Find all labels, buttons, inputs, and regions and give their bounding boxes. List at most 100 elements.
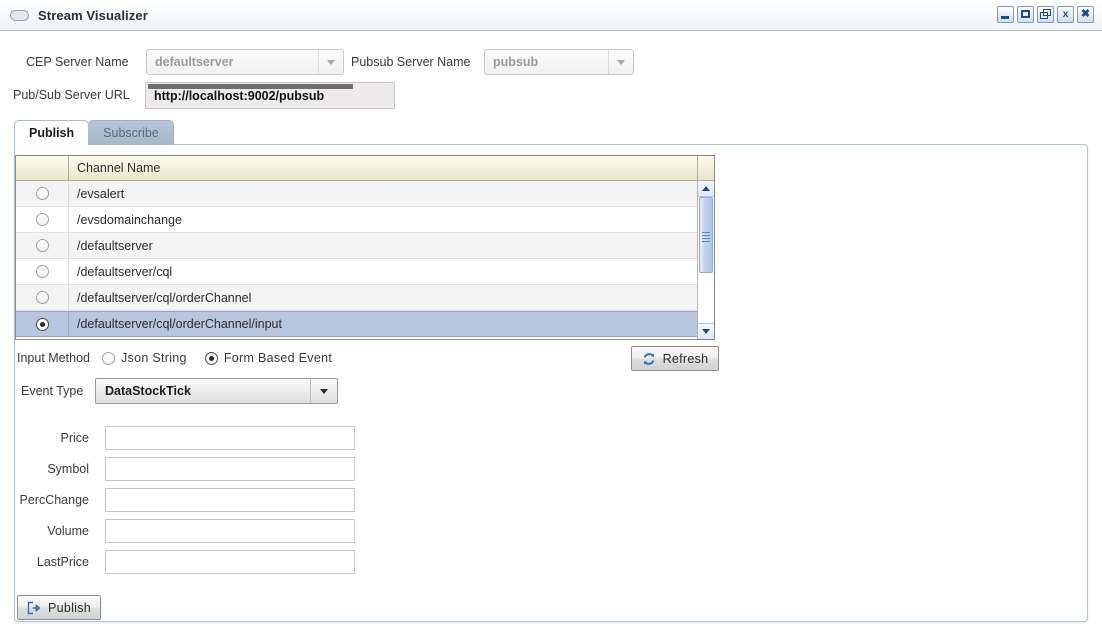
channel-table: Channel Name /evsalert /evsdomainchange … <box>15 155 715 340</box>
chevron-down-icon <box>310 379 337 403</box>
chevron-down-icon <box>608 50 633 74</box>
publish-button[interactable]: Publish <box>17 595 101 620</box>
input-method-label: Input Method <box>17 351 90 365</box>
tab-publish[interactable]: Publish <box>14 120 90 145</box>
scrollbar-thumb[interactable] <box>699 197 713 273</box>
radio-icon[interactable] <box>35 317 49 331</box>
cep-server-value: defaultserver <box>155 55 234 69</box>
close-document-button[interactable]: x <box>1057 6 1074 23</box>
restore-button[interactable] <box>1037 6 1054 23</box>
refresh-icon <box>642 352 656 366</box>
field-row-percchange: PercChange <box>15 484 355 515</box>
close-window-icon: ✖ <box>1080 8 1091 20</box>
channel-row-list: /evsalert /evsdomainchange /defaultserve… <box>16 181 697 339</box>
page-title: Stream Visualizer <box>38 7 148 23</box>
radio-icon[interactable] <box>35 213 49 226</box>
scrollbar-track[interactable] <box>698 197 714 323</box>
pubsub-server-select[interactable]: pubsub <box>484 49 634 75</box>
tab-strip: Publish Subscribe <box>14 120 174 145</box>
server-selection-row: CEP Server Name defaultserver Pubsub Ser… <box>0 49 1102 79</box>
radio-icon[interactable] <box>35 239 49 252</box>
channel-radio-cell[interactable] <box>16 285 69 310</box>
refresh-button[interactable]: Refresh <box>631 346 719 371</box>
event-type-row: Event Type DataStockTick <box>21 378 338 404</box>
channel-table-body: /evsalert /evsdomainchange /defaultserve… <box>16 181 714 339</box>
close-document-icon: x <box>1062 8 1069 20</box>
field-row-volume: Volume <box>15 515 355 546</box>
input-method-row: Input Method Json String Form Based Even… <box>17 351 350 365</box>
table-row[interactable]: /defaultserver <box>16 233 697 259</box>
scroll-up-arrow-icon[interactable] <box>698 181 714 197</box>
channel-table-header: Channel Name <box>16 156 714 181</box>
table-row[interactable]: /evsdomainchange <box>16 207 697 233</box>
channel-name-cell: /evsdomainchange <box>77 212 182 227</box>
radio-icon[interactable] <box>35 265 49 278</box>
scroll-down-arrow-icon[interactable] <box>698 323 714 339</box>
channel-name-cell: /defaultserver/cql/orderChannel/input <box>77 317 282 331</box>
channel-list-scrollbar[interactable] <box>697 181 714 339</box>
event-type-label: Event Type <box>21 384 84 398</box>
symbol-label: Symbol <box>47 461 89 476</box>
cep-server-select[interactable]: defaultserver <box>146 49 344 75</box>
volume-label: Volume <box>47 523 89 538</box>
field-row-price: Price <box>15 422 355 453</box>
table-row[interactable]: /defaultserver/cql <box>16 259 697 285</box>
symbol-input[interactable] <box>105 456 355 481</box>
table-row[interactable]: /defaultserver/cql/orderChannel/input <box>16 311 697 337</box>
percchange-input[interactable] <box>105 487 355 512</box>
channel-name-column-header: Channel Name <box>77 161 161 175</box>
radio-icon[interactable] <box>35 291 49 304</box>
close-window-button[interactable]: ✖ <box>1077 6 1094 23</box>
pubsub-server-value: pubsub <box>493 55 539 69</box>
window-controls: x ✖ <box>997 6 1094 23</box>
price-label: Price <box>60 430 89 445</box>
radio-icon[interactable] <box>204 351 218 365</box>
channel-radio-cell[interactable] <box>16 233 69 258</box>
field-row-lastprice: LastPrice <box>15 546 355 577</box>
lastprice-label: LastPrice <box>36 554 89 569</box>
channel-name-cell: /defaultserver/cql/orderChannel <box>77 290 252 305</box>
pubsub-url-row: Pub/Sub Server URL Initialize client Dis… <box>0 82 1102 191</box>
event-type-value: DataStockTick <box>105 384 191 398</box>
chevron-down-icon <box>318 50 343 74</box>
pubsub-url-label: Pub/Sub Server URL <box>13 88 130 102</box>
input-method-json-string-option[interactable]: Json String <box>101 351 187 365</box>
channel-radio-cell[interactable] <box>16 207 69 232</box>
event-type-select[interactable]: DataStockTick <box>95 378 338 404</box>
publish-tab-panel: Channel Name /evsalert /evsdomainchange … <box>14 144 1088 622</box>
radio-icon[interactable] <box>101 351 115 365</box>
channel-name-cell: /defaultserver/cql <box>77 264 173 279</box>
maximize-button[interactable] <box>1017 6 1034 23</box>
volume-input[interactable] <box>105 518 355 543</box>
input-method-form-based-label: Form Based Event <box>223 351 333 365</box>
channel-radio-cell[interactable] <box>16 181 69 206</box>
channel-name-cell: /defaultserver <box>77 238 153 253</box>
publish-export-icon <box>27 601 41 615</box>
pill-icon <box>10 9 29 21</box>
table-row[interactable]: /evsalert <box>16 181 697 207</box>
price-input[interactable] <box>105 425 355 450</box>
publish-label: Publish <box>47 600 92 615</box>
channel-radio-cell[interactable] <box>16 312 69 336</box>
lastprice-input[interactable] <box>105 549 355 574</box>
radio-icon[interactable] <box>35 187 49 200</box>
event-fields-form: Price Symbol PercChange Volume LastPrice <box>15 422 355 577</box>
url-selection-highlight <box>148 84 353 89</box>
stream-visualizer-window: Stream Visualizer x ✖ CEP Server Name de… <box>0 0 1102 639</box>
channel-select-column-header <box>16 156 69 180</box>
channel-radio-cell[interactable] <box>16 259 69 284</box>
field-row-symbol: Symbol <box>15 453 355 484</box>
tab-subscribe[interactable]: Subscribe <box>88 120 174 145</box>
titlebar-left-group: Stream Visualizer <box>10 0 148 30</box>
minimize-button[interactable] <box>997 6 1014 23</box>
percchange-label: PercChange <box>19 492 90 507</box>
table-row[interactable]: /defaultserver/cql/orderChannel <box>16 285 697 311</box>
pubsub-server-label: Pubsub Server Name <box>351 55 471 69</box>
channel-header-scroll-spacer <box>697 156 714 180</box>
window-titlebar: Stream Visualizer x ✖ <box>0 0 1102 31</box>
tab-publish-label: Publish <box>29 126 75 140</box>
input-method-form-based-option[interactable]: Form Based Event <box>204 351 333 365</box>
channel-name-cell: /evsalert <box>77 186 125 201</box>
input-method-json-string-label: Json String <box>120 351 187 365</box>
cep-server-label: CEP Server Name <box>26 55 129 69</box>
